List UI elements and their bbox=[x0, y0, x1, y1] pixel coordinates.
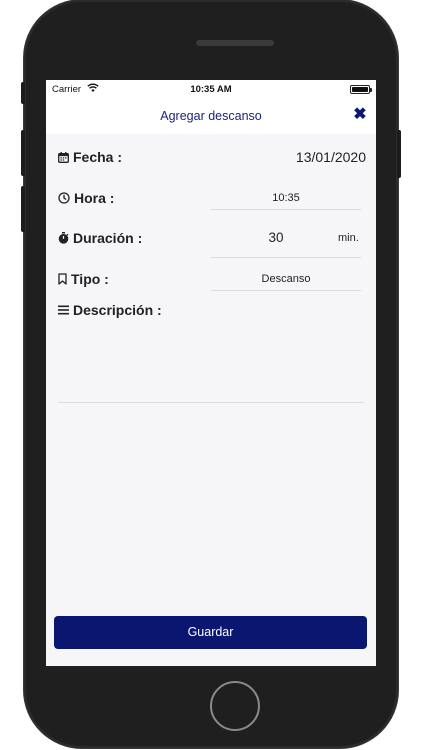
list-icon bbox=[58, 305, 69, 315]
stopwatch-icon bbox=[58, 232, 69, 244]
fecha-label-text: Fecha : bbox=[73, 149, 123, 165]
duracion-underline bbox=[211, 257, 361, 258]
battery-icon bbox=[350, 85, 372, 94]
descripcion-label-text: Descripción : bbox=[73, 302, 162, 318]
calendar-icon bbox=[58, 151, 69, 163]
descripcion-label: Descripción : bbox=[58, 302, 162, 318]
hora-underline bbox=[211, 209, 361, 210]
volume-down-button bbox=[21, 186, 25, 232]
tipo-label-text: Tipo : bbox=[71, 271, 109, 287]
tipo-label: Tipo : bbox=[58, 271, 109, 287]
duracion-input[interactable]: 30 bbox=[211, 230, 341, 245]
volume-up-button bbox=[21, 130, 25, 176]
mute-switch bbox=[21, 82, 25, 104]
status-time: 10:35 AM bbox=[190, 84, 232, 95]
duracion-label: Duración : bbox=[58, 230, 142, 246]
speaker-grille bbox=[196, 40, 274, 46]
save-button[interactable]: Guardar bbox=[54, 616, 367, 649]
hora-label-text: Hora : bbox=[74, 190, 115, 206]
duracion-unit: min. bbox=[338, 232, 359, 244]
app-screen: Carrier 10:35 AM Agregar descanso ✖ Fech… bbox=[46, 80, 376, 666]
status-bar: Carrier 10:35 AM bbox=[46, 80, 376, 98]
fecha-label: Fecha : bbox=[58, 149, 122, 165]
page-title: Agregar descanso bbox=[160, 109, 262, 123]
hora-input[interactable]: 10:35 bbox=[211, 192, 361, 204]
close-icon[interactable]: ✖ bbox=[352, 107, 368, 123]
tipo-underline bbox=[211, 290, 361, 291]
clock-icon bbox=[58, 192, 70, 204]
hora-label: Hora : bbox=[58, 190, 114, 206]
duracion-label-text: Duración : bbox=[73, 230, 143, 246]
home-button[interactable] bbox=[210, 681, 260, 731]
fecha-value[interactable]: 13/01/2020 bbox=[272, 149, 366, 165]
tipo-selector[interactable]: Descanso bbox=[211, 273, 361, 285]
bookmark-icon bbox=[58, 273, 67, 285]
power-button bbox=[397, 130, 401, 178]
descripcion-textarea[interactable] bbox=[58, 402, 364, 403]
navigation-bar: Agregar descanso ✖ bbox=[46, 98, 376, 134]
